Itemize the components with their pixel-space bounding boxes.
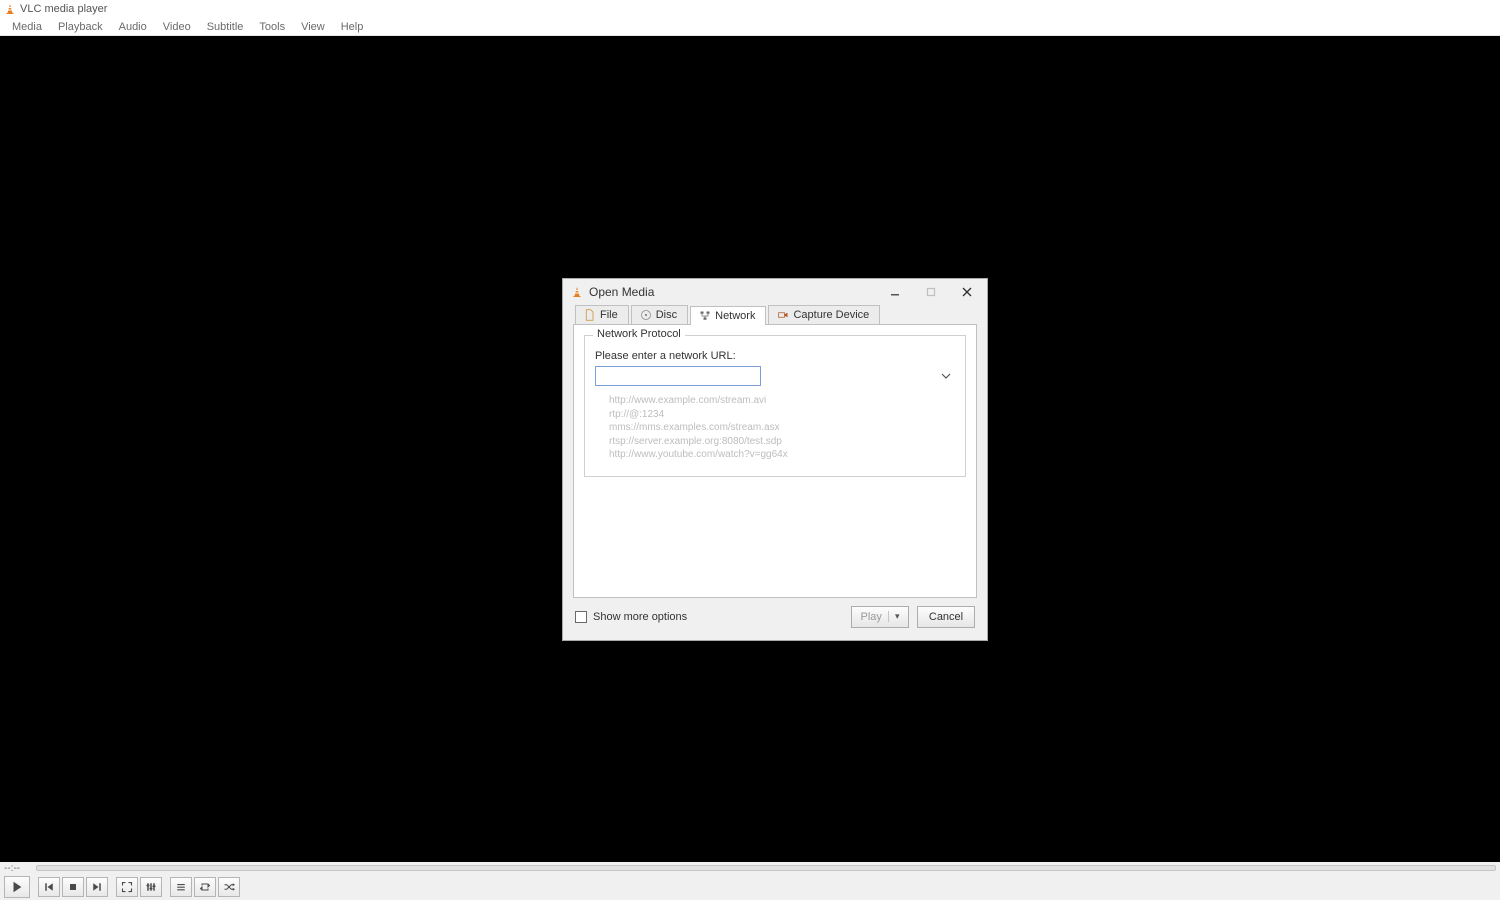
extended-settings-button[interactable]	[140, 877, 162, 897]
url-examples: http://www.example.com/stream.avi rtp://…	[609, 394, 955, 462]
play-button[interactable]	[4, 876, 30, 898]
menu-help[interactable]: Help	[333, 19, 372, 35]
previous-button[interactable]	[38, 877, 60, 897]
network-protocol-group: Network Protocol Please enter a network …	[584, 335, 966, 477]
tab-network[interactable]: Network	[690, 306, 766, 325]
dialog-play-button-label: Play	[861, 611, 882, 623]
seek-bar-area: --:--	[0, 862, 1500, 874]
menu-subtitle[interactable]: Subtitle	[199, 19, 252, 35]
vlc-cone-icon	[4, 3, 16, 15]
vlc-cone-icon	[571, 286, 583, 298]
app-title: VLC media player	[20, 3, 107, 15]
dialog-title: Open Media	[589, 285, 877, 299]
file-icon	[584, 309, 596, 321]
shuffle-button[interactable]	[218, 877, 240, 897]
dialog-close-button[interactable]	[955, 282, 979, 302]
playlist-button[interactable]	[170, 877, 192, 897]
network-url-input[interactable]	[595, 366, 761, 386]
seek-slider[interactable]	[36, 865, 1496, 871]
title-bar: VLC media player	[0, 0, 1500, 18]
menu-video[interactable]: Video	[155, 19, 199, 35]
controls-bar	[0, 874, 1500, 900]
open-media-dialog: Open Media File	[562, 278, 988, 641]
menu-media[interactable]: Media	[4, 19, 50, 35]
menu-view[interactable]: View	[293, 19, 333, 35]
stop-button[interactable]	[62, 877, 84, 897]
tab-capture[interactable]: Capture Device	[768, 305, 880, 324]
menu-playback[interactable]: Playback	[50, 19, 111, 35]
loop-button[interactable]	[194, 877, 216, 897]
show-more-options-label: Show more options	[593, 611, 687, 623]
dialog-minimize-button[interactable]	[883, 282, 907, 302]
dialog-maximize-button	[919, 282, 943, 302]
menu-tools[interactable]: Tools	[251, 19, 293, 35]
dialog-window-buttons	[883, 282, 979, 302]
next-button[interactable]	[86, 877, 108, 897]
dialog-title-bar[interactable]: Open Media	[563, 279, 987, 305]
dialog-footer: Show more options Play ▾ Cancel	[563, 606, 987, 640]
network-protocol-legend: Network Protocol	[593, 328, 685, 340]
tab-disc[interactable]: Disc	[631, 305, 688, 324]
video-area: Open Media File	[0, 36, 1500, 862]
show-more-options-checkbox[interactable]	[575, 611, 587, 623]
dialog-body: Network Protocol Please enter a network …	[573, 324, 977, 598]
dialog-tabs: File Disc Network Capture Device	[563, 305, 987, 324]
tab-network-label: Network	[715, 310, 755, 322]
tab-file-label: File	[600, 309, 618, 321]
menu-bar: Media Playback Audio Video Subtitle Tool…	[0, 18, 1500, 36]
vlc-window: VLC media player Media Playback Audio Vi…	[0, 0, 1500, 900]
menu-audio[interactable]: Audio	[111, 19, 155, 35]
chevron-down-icon: ▾	[888, 611, 900, 622]
disc-icon	[640, 309, 652, 321]
capture-icon	[777, 309, 789, 321]
tab-disc-label: Disc	[656, 309, 677, 321]
chevron-down-icon	[941, 370, 951, 380]
dialog-cancel-button[interactable]: Cancel	[917, 606, 975, 628]
url-label: Please enter a network URL:	[595, 350, 955, 362]
time-elapsed: --:--	[4, 863, 32, 874]
dialog-cancel-button-label: Cancel	[929, 611, 963, 623]
tab-file[interactable]: File	[575, 305, 629, 324]
fullscreen-button[interactable]	[116, 877, 138, 897]
show-more-options-row[interactable]: Show more options	[575, 611, 843, 623]
dialog-play-button[interactable]: Play ▾	[851, 606, 909, 628]
network-icon	[699, 310, 711, 322]
tab-capture-label: Capture Device	[793, 309, 869, 321]
